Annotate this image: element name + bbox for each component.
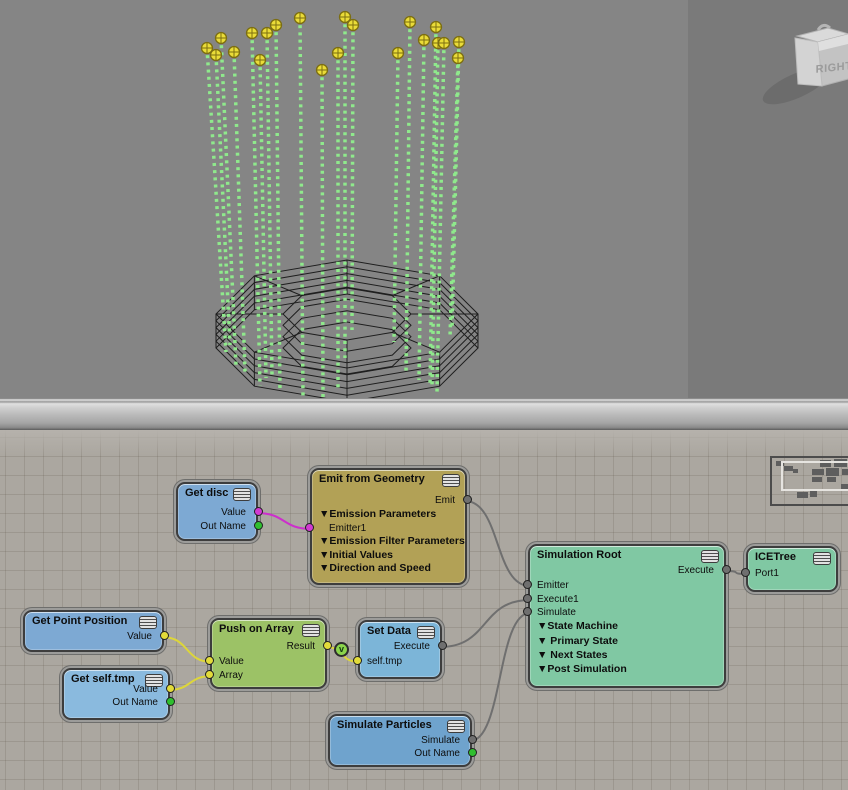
node-set-data-title: Set Data xyxy=(367,625,411,637)
port-set-data-0[interactable] xyxy=(438,641,447,650)
node-simulation-root-row-0: Execute xyxy=(678,564,714,577)
node-push-on-array-row-2: Array xyxy=(219,669,243,682)
node-simulate-particles-row-1: Out Name xyxy=(414,747,460,760)
viewport-graph-splitter[interactable] xyxy=(0,398,848,430)
graph-top-band xyxy=(0,430,848,455)
node-push-on-array-row-1: Value xyxy=(219,655,244,668)
node-simulation-root-row-6: ▼ Next States xyxy=(537,649,608,662)
node-menu-icon[interactable] xyxy=(139,616,157,629)
node-icetree-row-0: Port1 xyxy=(755,567,779,580)
node-menu-icon[interactable] xyxy=(233,488,251,501)
node-get-disc-row-0: Value xyxy=(221,506,246,519)
port-get-self-tmp-1[interactable] xyxy=(166,697,175,706)
port-push-on-array-1[interactable] xyxy=(205,656,214,665)
port-simulation-root-3[interactable] xyxy=(523,607,532,616)
particle-scene xyxy=(0,0,848,400)
node-get-disc-row-1: Out Name xyxy=(200,520,246,533)
port-icetree-0[interactable] xyxy=(741,568,750,577)
node-menu-icon[interactable] xyxy=(701,550,719,563)
port-get-disc-1[interactable] xyxy=(254,521,263,530)
port-set-data-1[interactable] xyxy=(353,656,362,665)
node-get-point-position-title: Get Point Position xyxy=(32,615,127,627)
node-simulation-root[interactable]: Simulation Root Execute EmitterExecute1Sim… xyxy=(528,544,726,688)
node-emit-from-geometry-row-5: ▼Direction and Speed xyxy=(319,562,431,575)
vector-type-badge: v xyxy=(334,642,349,657)
node-emit-from-geometry-row-3: ▼Emission Filter Parameters xyxy=(319,535,465,548)
node-emit-from-geometry-row-4: ▼Initial Values xyxy=(319,549,393,562)
3d-viewport[interactable]: RIGHT xyxy=(0,0,848,400)
node-push-on-array-title: Push on Array xyxy=(219,623,294,635)
node-emit-from-geometry-row-1: ▼Emission Parameters xyxy=(319,508,436,521)
node-simulation-root-row-3: Simulate xyxy=(537,606,576,619)
node-get-disc-title: Get disc xyxy=(185,487,228,499)
node-simulation-root-row-7: ▼Post Simulation xyxy=(537,663,627,676)
node-get-point-position[interactable]: Get Point PositionValue xyxy=(23,610,164,652)
node-get-disc[interactable]: Get disc ValueOut Name xyxy=(176,482,258,541)
node-simulate-particles-title: Simulate Particles xyxy=(337,719,432,731)
node-emit-from-geometry-row-0: Emit xyxy=(435,494,455,507)
view-cube-front-face xyxy=(795,38,822,86)
node-emit-from-geometry-title: Emit from Geometry xyxy=(319,473,425,485)
node-menu-icon[interactable] xyxy=(417,626,435,639)
node-emit-from-geometry-row-2: Emitter1 xyxy=(329,522,366,535)
node-get-self-tmp-title: Get self.tmp xyxy=(71,673,135,685)
port-get-disc-0[interactable] xyxy=(254,507,263,516)
port-simulate-particles-0[interactable] xyxy=(468,735,477,744)
node-menu-icon[interactable] xyxy=(302,624,320,637)
node-simulate-particles-row-0: Simulate xyxy=(421,734,460,747)
port-simulation-root-2[interactable] xyxy=(523,594,532,603)
minimap-node-block xyxy=(797,492,808,498)
minimap-node-block xyxy=(810,491,817,497)
node-menu-icon[interactable] xyxy=(442,474,460,487)
node-simulation-root-row-2: Execute1 xyxy=(537,593,579,606)
port-push-on-array-2[interactable] xyxy=(205,670,214,679)
port-simulation-root-1[interactable] xyxy=(523,580,532,589)
node-get-point-position-row-0: Value xyxy=(127,630,152,643)
node-icetree[interactable]: ICETree Port1 xyxy=(746,546,838,592)
node-icetree-title: ICETree xyxy=(755,551,796,563)
node-menu-icon[interactable] xyxy=(813,552,831,565)
particle-markers xyxy=(202,12,465,76)
node-menu-icon[interactable] xyxy=(447,720,465,733)
node-set-data-row-0: Execute xyxy=(394,640,430,653)
application-window: RIGHT Get discValueOut NameEmit from Geo… xyxy=(0,0,848,790)
minimap-view-rect[interactable] xyxy=(781,461,848,491)
node-simulation-root-row-5: ▼ Primary State xyxy=(537,635,618,648)
node-push-on-array[interactable]: Push on Array Result ValueArray xyxy=(210,618,327,689)
node-get-self-tmp-row-1: Out Name xyxy=(112,696,158,709)
port-get-self-tmp-0[interactable] xyxy=(166,684,175,693)
port-simulation-root-0[interactable] xyxy=(722,565,731,574)
port-simulate-particles-1[interactable] xyxy=(468,748,477,757)
port-emit-from-geometry-0[interactable] xyxy=(463,495,472,504)
port-push-on-array-0[interactable] xyxy=(323,641,332,650)
node-set-data[interactable]: Set Data Execute self.tmp xyxy=(358,620,442,679)
node-set-data-row-1: self.tmp xyxy=(367,655,402,668)
view-cube[interactable]: RIGHT xyxy=(748,4,848,114)
node-get-self-tmp-row-0: Value xyxy=(133,683,158,696)
port-emit-from-geometry-2[interactable] xyxy=(305,523,314,532)
node-emit-from-geometry[interactable]: Emit from Geometry Emit▼Emission Paramete… xyxy=(310,468,467,585)
port-get-point-position-0[interactable] xyxy=(160,631,169,640)
particle-trails xyxy=(207,17,459,398)
node-push-on-array-row-0: Result xyxy=(287,640,315,653)
node-simulate-particles[interactable]: Simulate Particles SimulateOut Name xyxy=(328,714,472,767)
node-simulation-root-row-4: ▼State Machine xyxy=(537,620,618,633)
node-simulation-root-row-1: Emitter xyxy=(537,579,569,592)
node-simulation-root-title: Simulation Root xyxy=(537,549,621,561)
node-get-self-tmp[interactable]: Get self.tmpValueOut Name xyxy=(62,668,170,720)
